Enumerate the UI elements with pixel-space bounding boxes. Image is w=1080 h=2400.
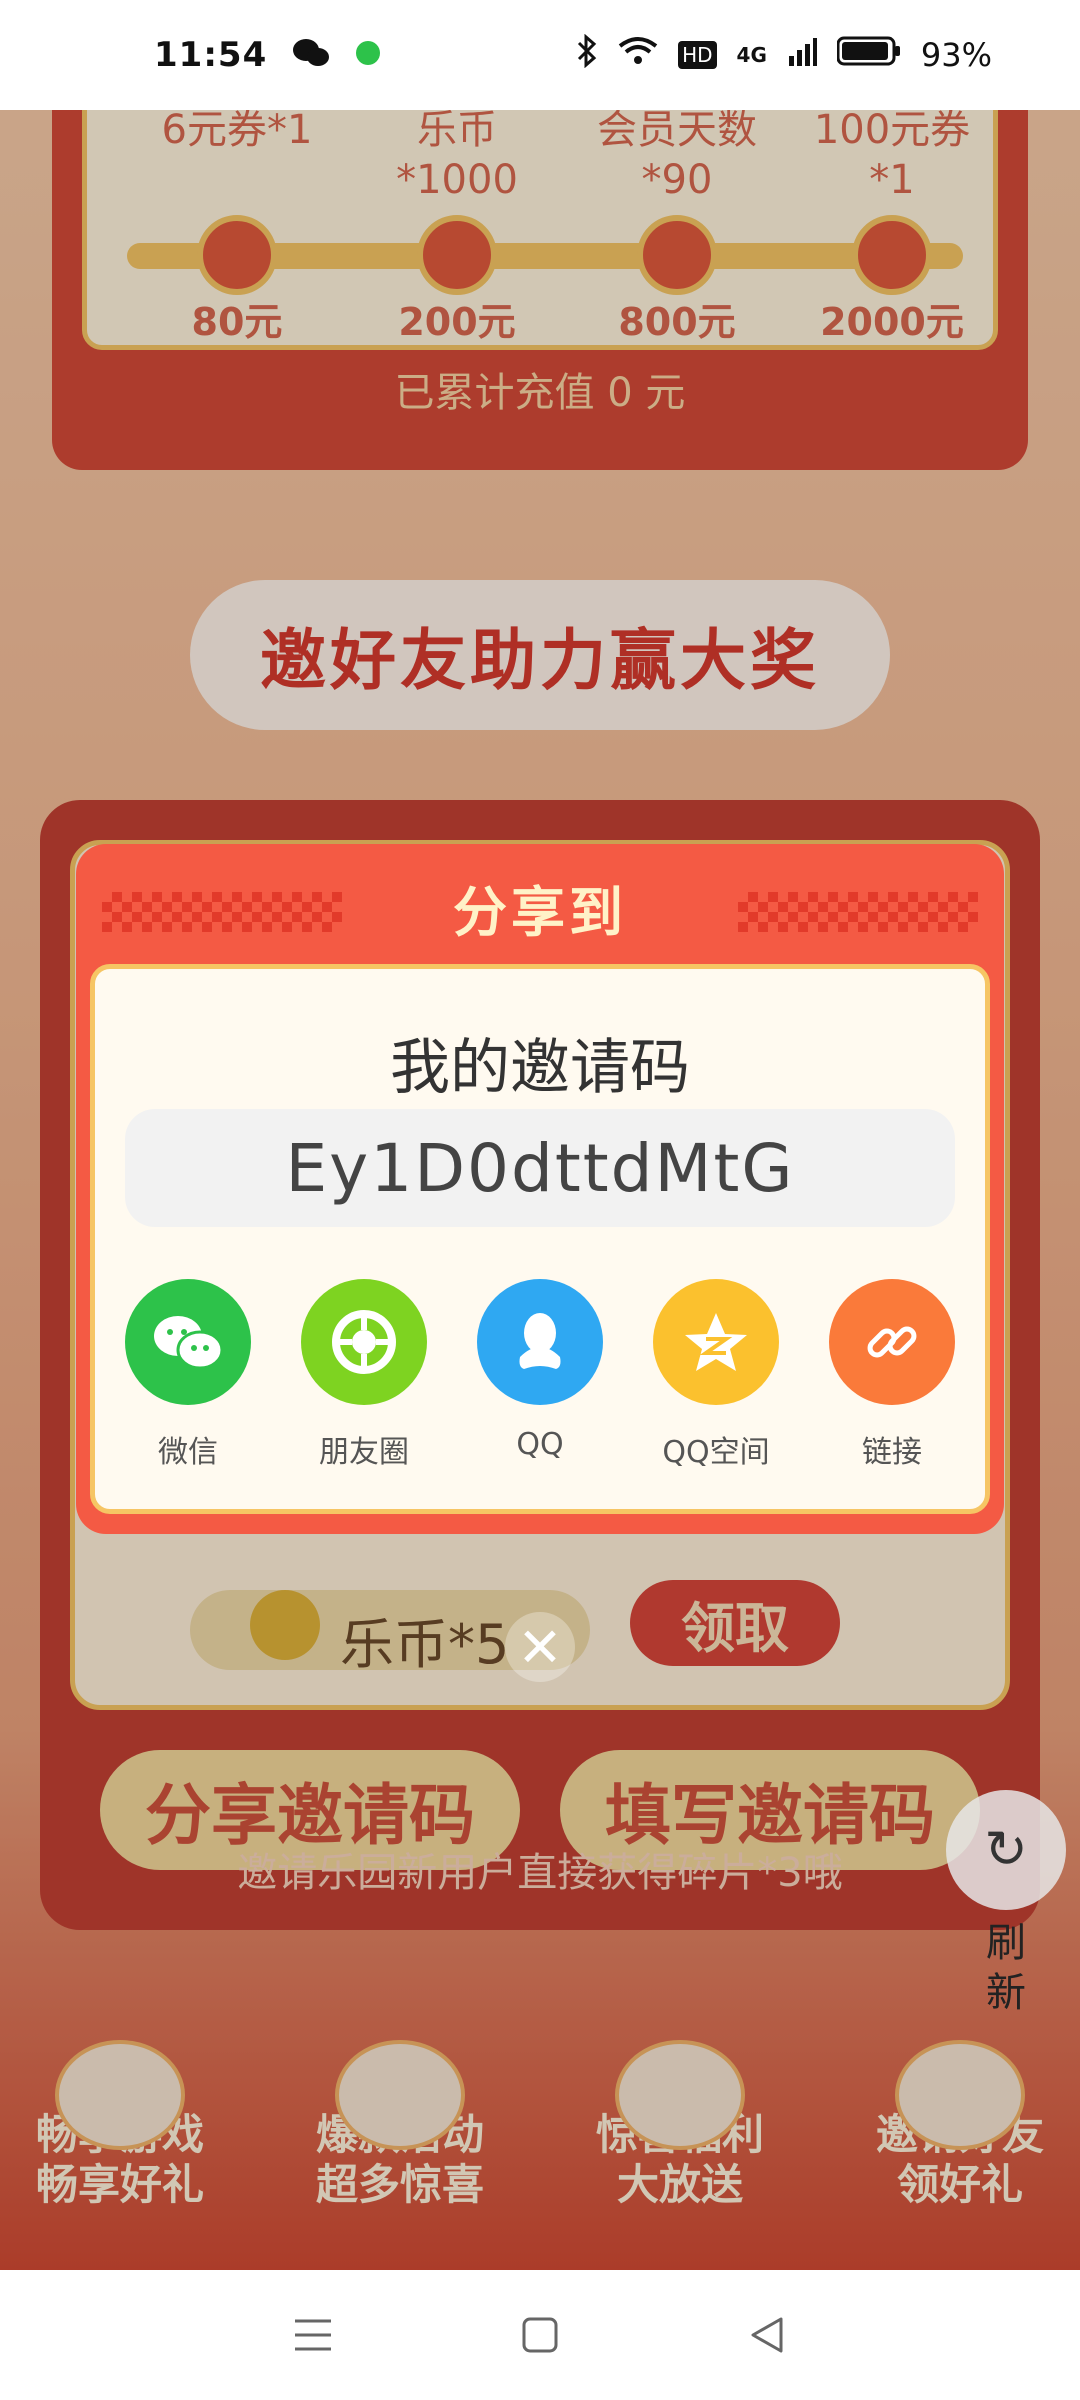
share-moments-label: 朋友圈 bbox=[319, 1435, 409, 1470]
qzone-icon bbox=[653, 1279, 779, 1405]
invite-code-label: 我的邀请码 bbox=[390, 1033, 690, 1103]
invite-code-box[interactable]: Ey1D0dttdMtG bbox=[125, 1109, 955, 1227]
back-nav-button[interactable] bbox=[737, 2305, 797, 2365]
network-label: 4G bbox=[736, 43, 767, 67]
system-nav-bar bbox=[0, 2270, 1080, 2400]
close-modal-button[interactable]: ✕ bbox=[505, 1612, 575, 1682]
share-qzone-label: QQ空间 bbox=[662, 1435, 770, 1470]
invite-code-value: Ey1D0dttdMtG bbox=[285, 1129, 795, 1207]
message-notification-icon bbox=[355, 40, 381, 70]
signal-icon bbox=[787, 36, 817, 74]
refresh-button[interactable]: ↻ 刷新 bbox=[946, 1790, 1066, 2016]
back-icon bbox=[751, 2317, 783, 2353]
moments-icon bbox=[301, 1279, 427, 1405]
status-bar: 11:54 HD 4G 93% bbox=[0, 0, 1080, 110]
share-modal-title: 分享到 bbox=[453, 881, 627, 944]
wifi-icon bbox=[618, 36, 658, 74]
battery-icon bbox=[836, 36, 901, 74]
wechat-notification-icon bbox=[291, 37, 331, 73]
hd-badge: HD bbox=[678, 41, 717, 69]
share-wechat[interactable]: 微信 bbox=[125, 1279, 251, 1470]
menu-nav-button[interactable] bbox=[283, 2305, 343, 2365]
battery-percentage: 93% bbox=[920, 36, 992, 74]
share-target-row: 微信 朋友圈 QQ QQ空间 链接 bbox=[125, 1279, 955, 1470]
share-link[interactable]: 链接 bbox=[829, 1279, 955, 1470]
status-time: 11:54 bbox=[154, 35, 268, 75]
share-qq[interactable]: QQ bbox=[477, 1279, 603, 1469]
refresh-label: 刷新 bbox=[986, 1920, 1026, 2016]
share-moments[interactable]: 朋友圈 bbox=[301, 1279, 427, 1470]
bluetooth-icon bbox=[576, 33, 598, 76]
share-modal-body: 我的邀请码 Ey1D0dttdMtG 微信 朋友圈 QQ QQ空间 链接 bbox=[90, 964, 990, 1514]
close-icon: ✕ bbox=[517, 1615, 563, 1679]
home-icon bbox=[522, 2317, 558, 2353]
refresh-icon: ↻ bbox=[946, 1790, 1066, 1910]
share-wechat-label: 微信 bbox=[158, 1435, 218, 1470]
link-icon bbox=[829, 1279, 955, 1405]
home-nav-button[interactable] bbox=[510, 2305, 570, 2365]
share-qq-label: QQ bbox=[516, 1427, 564, 1462]
wechat-icon bbox=[125, 1279, 251, 1405]
share-modal: 分享到 我的邀请码 Ey1D0dttdMtG 微信 朋友圈 QQ QQ空间 链接 bbox=[76, 844, 1004, 1534]
share-qzone[interactable]: QQ空间 bbox=[653, 1279, 779, 1470]
menu-icon bbox=[295, 2319, 332, 2351]
share-link-label: 链接 bbox=[862, 1435, 922, 1470]
qq-icon bbox=[477, 1279, 603, 1405]
